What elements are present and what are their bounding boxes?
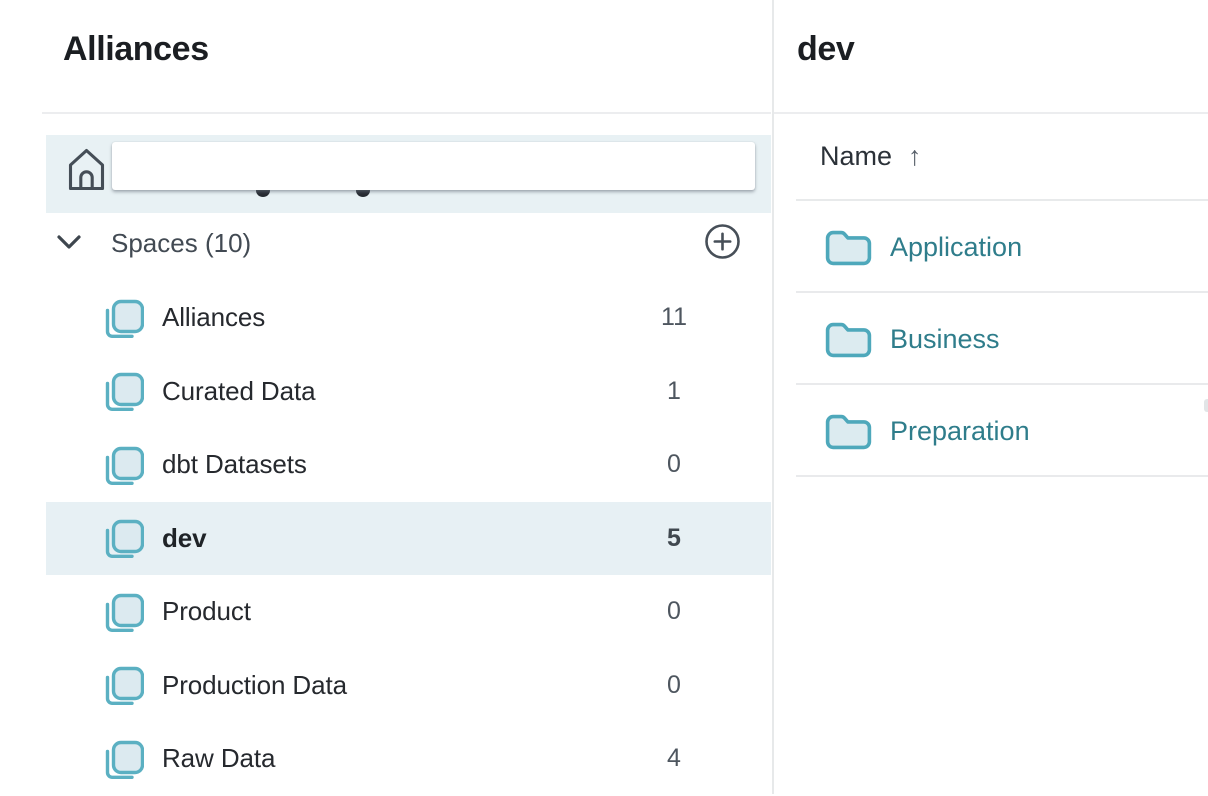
folder-row[interactable]: Preparation [773, 385, 1208, 477]
add-space-button[interactable] [704, 223, 741, 260]
name-column-header[interactable]: Name ↑ [773, 113, 1208, 199]
clipped-edge-element [1204, 399, 1208, 412]
space-list-item[interactable]: Production Data 0 [46, 649, 771, 723]
sort-ascending-icon: ↑ [908, 141, 922, 172]
space-icon [98, 515, 144, 561]
left-panel-title: Alliances [63, 30, 209, 68]
redacted-label-overlay [112, 142, 755, 190]
chevron-down-icon[interactable] [56, 234, 82, 255]
spaces-section-header: Spaces (10) [46, 213, 771, 271]
plus-circle-icon [704, 248, 741, 263]
name-column-label: Name [820, 141, 892, 172]
space-icon [98, 368, 144, 414]
folder-icon [825, 229, 872, 266]
space-item-label: dev [162, 523, 207, 554]
spaces-section-label: Spaces (10) [111, 228, 251, 258]
space-icon [98, 662, 144, 708]
folder-row[interactable]: Application [773, 201, 1208, 293]
folder-icon [825, 413, 872, 450]
space-icon [98, 736, 144, 782]
space-icon [98, 589, 144, 635]
right-panel-title: dev [797, 30, 854, 68]
folder-row[interactable]: Business [773, 293, 1208, 385]
space-item-count: 5 [653, 524, 695, 553]
left-title-divider [42, 112, 771, 114]
space-list-item[interactable]: Alliances 11 [46, 281, 771, 355]
folders-table: Application Business Preparation [773, 201, 1208, 477]
space-item-label: Curated Data [162, 376, 315, 407]
space-item-count: 0 [653, 597, 695, 626]
space-icon [98, 442, 144, 488]
home-item[interactable] [46, 135, 771, 213]
space-item-label: Product [162, 596, 251, 627]
space-item-count: 11 [653, 303, 695, 332]
space-list-item[interactable]: Curated Data 1 [46, 355, 771, 429]
space-item-label: Alliances [162, 302, 265, 333]
space-icon [98, 295, 144, 341]
space-list-item[interactable]: dbt Datasets 0 [46, 428, 771, 502]
home-icon [66, 146, 107, 198]
folder-name-link[interactable]: Preparation [890, 416, 1030, 447]
space-item-label: dbt Datasets [162, 449, 307, 480]
space-item-label: Raw Data [162, 743, 275, 774]
folder-icon [825, 321, 872, 358]
row-divider [796, 475, 1208, 477]
space-item-count: 0 [653, 671, 695, 700]
spaces-list: Alliances 11 Curated Data 1 dbt Datasets… [46, 281, 771, 796]
space-item-count: 0 [653, 450, 695, 479]
folder-name-link[interactable]: Business [890, 324, 1000, 355]
space-list-item[interactable]: Raw Data 4 [46, 722, 771, 796]
space-item-count: 4 [653, 744, 695, 773]
space-item-label: Production Data [162, 670, 347, 701]
space-list-item[interactable]: dev 5 [46, 502, 771, 576]
space-list-item[interactable]: Product 0 [46, 575, 771, 649]
folder-name-link[interactable]: Application [890, 232, 1022, 263]
space-item-count: 1 [653, 377, 695, 406]
